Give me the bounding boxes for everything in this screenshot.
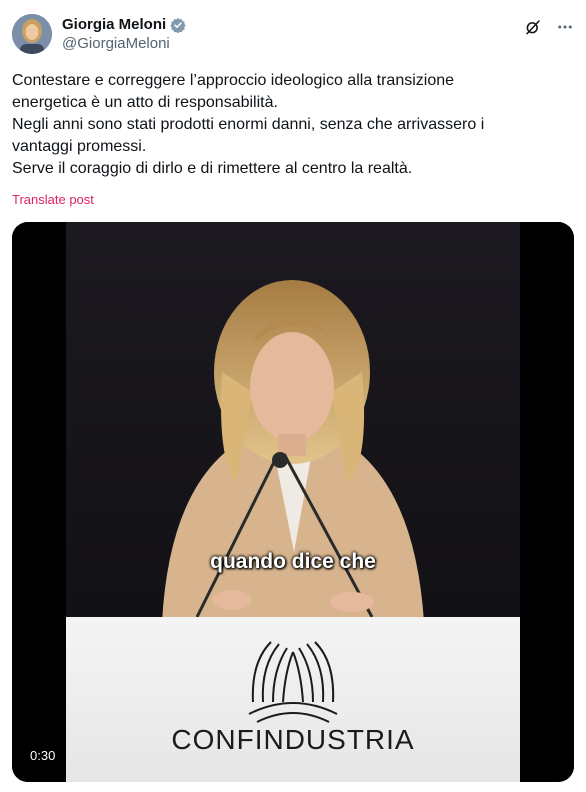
author-name[interactable]: Giorgia Meloni xyxy=(62,16,166,33)
tweet-line: Contestare e correggere l’approccio ideo… xyxy=(12,72,455,89)
grok-icon[interactable] xyxy=(524,18,542,36)
tweet-header: Giorgia Meloni @GiorgiaMeloni xyxy=(12,12,574,60)
tweet-line: vantaggi promessi. xyxy=(12,138,147,155)
video-caption: quando dice che xyxy=(210,550,376,573)
tweet-line: energetica è un atto di responsabilità. xyxy=(12,94,278,111)
video-player[interactable]: quando dice che CONFINDUSTRIA 0:30 xyxy=(12,222,574,782)
translate-post-link[interactable]: Translate post xyxy=(12,192,94,207)
tweet-text: Contestare e correggere l’approccio ideo… xyxy=(12,70,572,180)
tweet-line: Serve il coraggio di dirlo e di rimetter… xyxy=(12,160,413,177)
tweet-line: Negli anni sono stati prodotti enormi da… xyxy=(12,116,485,133)
podium-brand-text: CONFINDUSTRIA xyxy=(171,724,415,755)
verified-badge-icon xyxy=(170,17,186,33)
avatar[interactable] xyxy=(12,14,52,54)
avatar-image xyxy=(12,14,52,54)
author-handle[interactable]: @GiorgiaMeloni xyxy=(62,35,186,52)
video-frame xyxy=(12,222,574,782)
more-icon[interactable] xyxy=(556,18,574,36)
video-timestamp: 0:30 xyxy=(24,746,62,765)
